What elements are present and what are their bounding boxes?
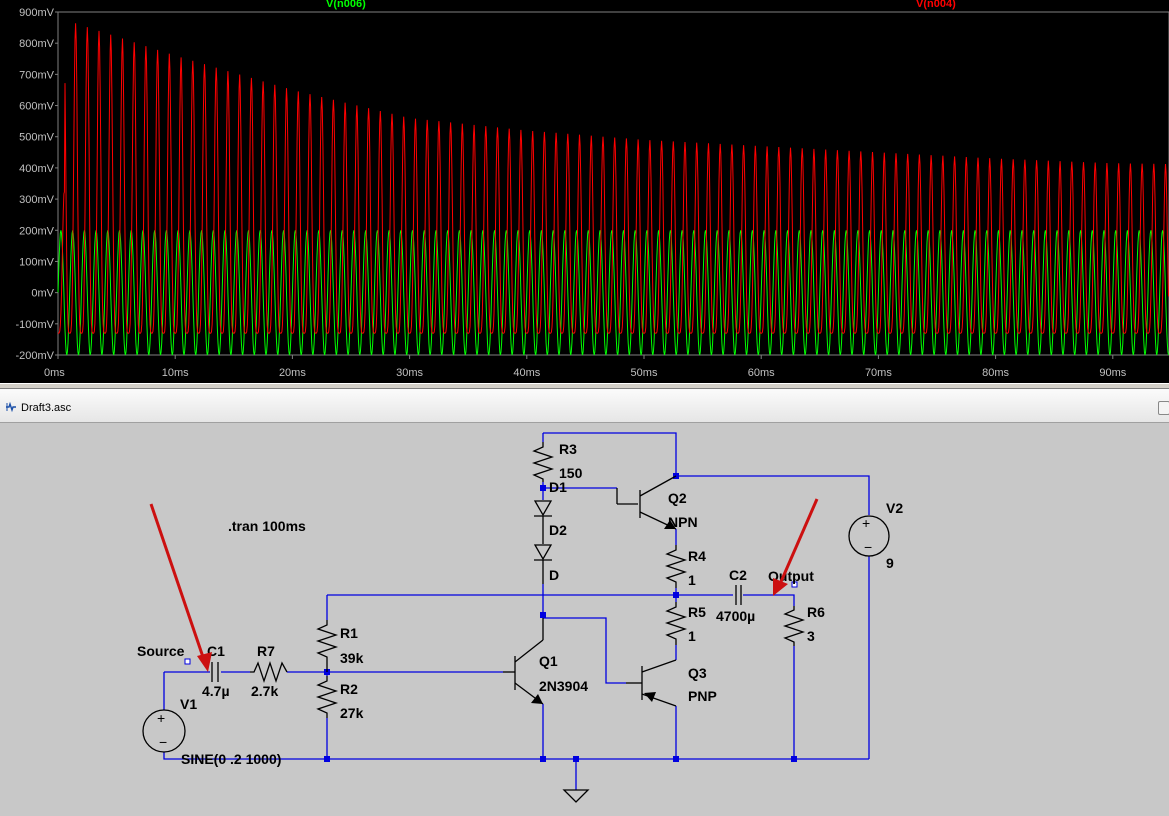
schematic-canvas[interactable]: + − + − .tran 100ms Source Output R3 150… (0, 423, 1169, 816)
x-tick-label: 80ms (982, 367, 1009, 379)
window-restore-button[interactable] (1158, 401, 1169, 415)
resistor-r1[interactable] (315, 620, 339, 672)
capacitor-c2[interactable] (735, 585, 742, 605)
r2-value: 27k (340, 705, 364, 721)
x-tick-label: 60ms (748, 367, 775, 379)
r5-value: 1 (688, 628, 696, 644)
svg-text:−: − (864, 539, 872, 555)
y-tick-label: 400mV (19, 163, 55, 175)
tran-directive[interactable]: .tran 100ms (228, 518, 306, 534)
resistor-r7[interactable] (250, 660, 288, 684)
d2-value: D (549, 567, 559, 583)
d1-ref: D1 (549, 479, 567, 495)
r1-ref: R1 (340, 625, 358, 641)
q2-value: NPN (668, 514, 698, 530)
q3-value: PNP (688, 688, 717, 704)
v2-ref: V2 (886, 500, 903, 516)
svg-text:−: − (159, 734, 167, 750)
trace-name-vn004[interactable]: V(n004) (916, 0, 956, 10)
y-tick-label: 300mV (19, 194, 55, 206)
transistor-q1-2n3904[interactable] (503, 618, 544, 705)
y-tick-label: 800mV (19, 38, 55, 50)
resistor-r3[interactable] (531, 442, 555, 482)
d2-ref: D2 (549, 522, 567, 538)
r7-value: 2.7k (251, 683, 278, 699)
transistor-q3-pnp[interactable] (626, 659, 677, 707)
svg-text:+: + (157, 710, 165, 726)
schematic-drawing[interactable]: + − + − .tran 100ms Source Output R3 150… (0, 423, 1169, 816)
v1-ref: V1 (180, 696, 197, 712)
q2-ref: Q2 (668, 490, 687, 506)
resistor-r4[interactable] (664, 545, 688, 588)
wires (163, 432, 870, 790)
r7-ref: R7 (257, 643, 275, 659)
voltage-source-v1[interactable]: + − (142, 709, 186, 753)
x-tick-label: 40ms (513, 367, 540, 379)
y-tick-label: 700mV (19, 69, 55, 81)
r6-value: 3 (807, 628, 815, 644)
c1-value: 4.7µ (202, 683, 230, 699)
x-tick-label: 30ms (396, 367, 423, 379)
waveform-chart[interactable]: 900mV 800mV 700mV 600mV 500mV 400mV 300mV 200mV… (0, 0, 1169, 383)
r4-ref: R4 (688, 548, 706, 564)
waveform-plot-pane[interactable]: 900mV 800mV 700mV 600mV 500mV 400mV 300mV 200mV… (0, 0, 1169, 383)
x-tick-label: 20ms (279, 367, 306, 379)
r1-value: 39k (340, 650, 364, 666)
r6-ref: R6 (807, 604, 825, 620)
resistor-r5[interactable] (664, 602, 688, 645)
ground-symbol[interactable] (562, 789, 590, 803)
v1-value: SINE(0 .2 1000) (181, 751, 281, 767)
y-tick-label: -200mV (15, 350, 54, 362)
r5-ref: R5 (688, 604, 706, 620)
resistor-r6[interactable] (782, 606, 806, 646)
x-tick-label: 90ms (1099, 367, 1126, 379)
r3-ref: R3 (559, 441, 577, 457)
source-net-pin[interactable] (184, 658, 191, 665)
y-tick-label: -100mV (15, 319, 54, 331)
net-label-source[interactable]: Source (137, 643, 185, 659)
resistor-r2[interactable] (315, 676, 339, 718)
svg-text:+: + (862, 515, 870, 531)
y-tick-label: 0mV (31, 288, 54, 300)
y-tick-label: 500mV (19, 132, 55, 144)
voltage-source-v2[interactable]: + − (848, 515, 890, 557)
capacitor-c1[interactable] (211, 662, 219, 682)
schematic-tab-bar: Draft3.asc (0, 389, 1169, 423)
c2-ref: C2 (729, 567, 747, 583)
x-tick-label: 70ms (865, 367, 892, 379)
r4-value: 1 (688, 572, 696, 588)
x-tick-label: 10ms (162, 367, 189, 379)
r2-ref: R2 (340, 681, 358, 697)
y-tick-label: 600mV (19, 101, 55, 113)
c2-value: 4700µ (716, 608, 755, 624)
trace-name-vn006[interactable]: V(n006) (326, 0, 366, 10)
schematic-tab-title[interactable]: Draft3.asc (21, 402, 71, 414)
y-tick-label: 100mV (19, 256, 55, 268)
y-tick-label: 200mV (19, 225, 55, 237)
y-tick-label: 900mV (19, 7, 55, 19)
x-tick-label: 50ms (631, 367, 658, 379)
q1-value: 2N3904 (539, 678, 588, 694)
q3-ref: Q3 (688, 665, 707, 681)
q1-ref: Q1 (539, 653, 558, 669)
x-tick-label: 0ms (44, 367, 65, 379)
schematic-file-icon (6, 401, 16, 413)
v2-value: 9 (886, 555, 894, 571)
